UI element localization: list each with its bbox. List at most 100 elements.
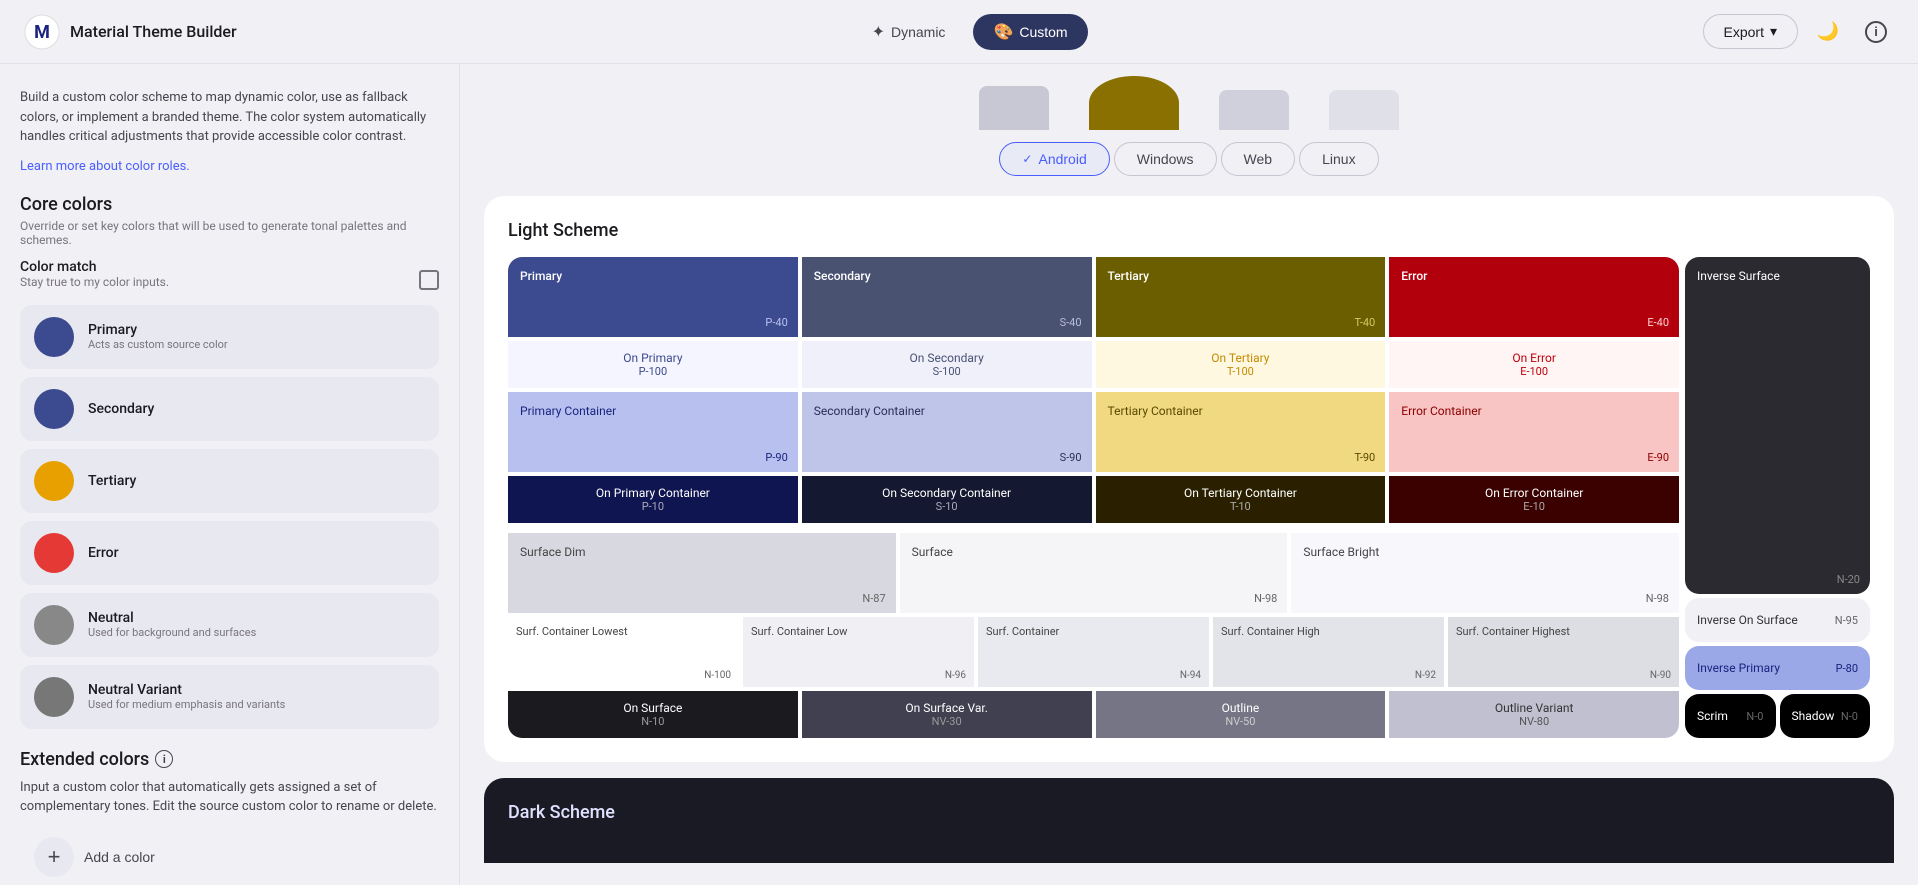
cell-shadow[interactable]: Shadow N-0: [1780, 694, 1871, 738]
scrim-label: Scrim: [1697, 709, 1728, 723]
error-cell-label: Error: [1401, 269, 1667, 283]
info-button[interactable]: i: [1858, 14, 1894, 50]
color-item-error[interactable]: Error: [20, 521, 439, 585]
cell-surf-container-high[interactable]: Surf. Container High N-92: [1213, 617, 1444, 687]
device-preview-3: [1219, 90, 1289, 130]
cell-on-surface-var[interactable]: On Surface Var. NV-30: [802, 691, 1092, 738]
on-tertiary-code: T-100: [1227, 365, 1254, 378]
cell-inverse-surface[interactable]: Inverse Surface N-20: [1685, 257, 1870, 594]
extended-colors-title-text: Extended colors: [20, 749, 149, 770]
surf-container-row: Surf. Container Lowest N-100 Surf. Conta…: [508, 617, 1679, 687]
color-match-checkbox[interactable]: [419, 270, 439, 290]
tab-web-label: Web: [1244, 151, 1273, 167]
neutral-variant-color-circle: [34, 677, 74, 717]
inverse-on-surface-label: Inverse On Surface: [1697, 613, 1798, 627]
primary-cell-label: Primary: [520, 269, 786, 283]
dark-mode-button[interactable]: 🌙: [1810, 14, 1846, 50]
color-item-secondary[interactable]: Secondary: [20, 377, 439, 441]
check-icon-android: ✓: [1022, 152, 1032, 166]
cell-secondary[interactable]: Secondary S-40: [802, 257, 1092, 337]
app-title: Material Theme Builder: [70, 22, 237, 41]
on-error-container-code: E-10: [1523, 500, 1545, 513]
main-layout: Build a custom color scheme to map dynam…: [0, 64, 1918, 885]
cell-outline-variant[interactable]: Outline Variant NV-80: [1389, 691, 1679, 738]
error-container-code: E-90: [1647, 451, 1669, 464]
cell-inverse-primary[interactable]: Inverse Primary P-80: [1685, 646, 1870, 690]
secondary-cell-code: S-40: [1060, 316, 1082, 329]
dark-scheme-card: Dark Scheme: [484, 778, 1894, 863]
scheme-grid: Primary P-40 Secondary S-40 Tertiary T-4…: [508, 257, 1870, 738]
cell-surface-bright[interactable]: Surface Bright N-98: [1291, 533, 1679, 613]
extended-colors-title: Extended colors i: [20, 749, 439, 770]
cell-on-surface[interactable]: On Surface N-10: [508, 691, 798, 738]
shadow-code: N-0: [1841, 710, 1858, 723]
secondary-color-text: Secondary: [88, 401, 154, 417]
cell-outline[interactable]: Outline NV-50: [1096, 691, 1386, 738]
cell-inverse-on-surface[interactable]: Inverse On Surface N-95: [1685, 598, 1870, 642]
cell-tertiary-container[interactable]: Tertiary Container T-90: [1096, 392, 1386, 472]
cell-secondary-container[interactable]: Secondary Container S-90: [802, 392, 1092, 472]
cell-error[interactable]: Error E-40: [1389, 257, 1679, 337]
color-item-neutral[interactable]: Neutral Used for background and surfaces: [20, 593, 439, 657]
dynamic-nav-button[interactable]: ✦ Dynamic: [852, 14, 966, 50]
error-container-label: Error Container: [1401, 404, 1667, 418]
cell-on-error[interactable]: On Error E-100: [1389, 341, 1679, 388]
tertiary-color-text: Tertiary: [88, 473, 136, 489]
tab-android[interactable]: ✓ Android: [999, 142, 1109, 176]
cell-scrim[interactable]: Scrim N-0: [1685, 694, 1776, 738]
primary-container-label: Primary Container: [520, 404, 786, 418]
tab-web[interactable]: Web: [1221, 142, 1296, 176]
on-secondary-label: On Secondary: [910, 351, 984, 365]
surface-bright-code: N-98: [1646, 592, 1669, 605]
cell-primary-container[interactable]: Primary Container P-90: [508, 392, 798, 472]
on-secondary-container-label: On Secondary Container: [882, 486, 1011, 500]
outline-code: NV-50: [1225, 715, 1255, 728]
surface-dim-label: Surface Dim: [520, 545, 884, 559]
cell-on-primary-container[interactable]: On Primary Container P-10: [508, 476, 798, 523]
on-error-container-label: On Error Container: [1485, 486, 1583, 500]
color-item-primary[interactable]: Primary Acts as custom source color: [20, 305, 439, 369]
cell-surf-container-lowest[interactable]: Surf. Container Lowest N-100: [508, 617, 739, 687]
surface-row: Surface Dim N-87 Surface N-98 Surface Br…: [508, 533, 1679, 613]
color-item-neutral-variant[interactable]: Neutral Variant Used for medium emphasis…: [20, 665, 439, 729]
on-tertiary-container-label: On Tertiary Container: [1184, 486, 1297, 500]
header-nav: ✦ Dynamic 🎨 Custom: [852, 14, 1088, 50]
tab-android-label: Android: [1038, 151, 1086, 167]
custom-label: Custom: [1019, 24, 1067, 40]
tab-windows[interactable]: Windows: [1114, 142, 1217, 176]
export-button[interactable]: Export ▾: [1703, 14, 1799, 49]
header-left: M Material Theme Builder: [24, 14, 237, 50]
add-color-icon: +: [34, 837, 74, 877]
tab-linux[interactable]: Linux: [1299, 142, 1378, 176]
add-color-button[interactable]: + Add a color: [20, 825, 169, 885]
surf-container-highest-code: N-90: [1650, 670, 1671, 681]
light-scheme-card: Light Scheme Primary P-40 Secondary S-40: [484, 196, 1894, 762]
cell-on-error-container[interactable]: On Error Container E-10: [1389, 476, 1679, 523]
color-item-tertiary[interactable]: Tertiary: [20, 449, 439, 513]
tertiary-color-name: Tertiary: [88, 473, 136, 489]
cell-surf-container[interactable]: Surf. Container N-94: [978, 617, 1209, 687]
cell-on-tertiary[interactable]: On Tertiary T-100: [1096, 341, 1386, 388]
cell-on-secondary-container[interactable]: On Secondary Container S-10: [802, 476, 1092, 523]
preview-strip: [484, 64, 1894, 130]
dark-scheme-title: Dark Scheme: [508, 802, 1870, 823]
add-color-label: Add a color: [84, 849, 155, 865]
surface-dim-code: N-87: [862, 592, 885, 605]
cell-on-primary[interactable]: On Primary P-100: [508, 341, 798, 388]
cell-on-secondary[interactable]: On Secondary S-100: [802, 341, 1092, 388]
sidebar-learn-more-link[interactable]: Learn more about color roles.: [20, 159, 190, 174]
cell-error-container[interactable]: Error Container E-90: [1389, 392, 1679, 472]
color-match-label-group: Color match Stay true to my color inputs…: [20, 259, 169, 301]
cell-surf-container-low[interactable]: Surf. Container Low N-96: [743, 617, 974, 687]
secondary-container-code: S-90: [1060, 451, 1082, 464]
cell-on-tertiary-container[interactable]: On Tertiary Container T-10: [1096, 476, 1386, 523]
custom-nav-button[interactable]: 🎨 Custom: [973, 14, 1087, 50]
cell-primary[interactable]: Primary P-40: [508, 257, 798, 337]
cell-surface-dim[interactable]: Surface Dim N-87: [508, 533, 896, 613]
surface-label: Surface: [912, 545, 1276, 559]
cell-surf-container-highest[interactable]: Surf. Container Highest N-90: [1448, 617, 1679, 687]
on-surface-var-label: On Surface Var.: [905, 701, 987, 715]
error-cell-code: E-40: [1647, 316, 1669, 329]
cell-tertiary[interactable]: Tertiary T-40: [1096, 257, 1386, 337]
cell-surface[interactable]: Surface N-98: [900, 533, 1288, 613]
